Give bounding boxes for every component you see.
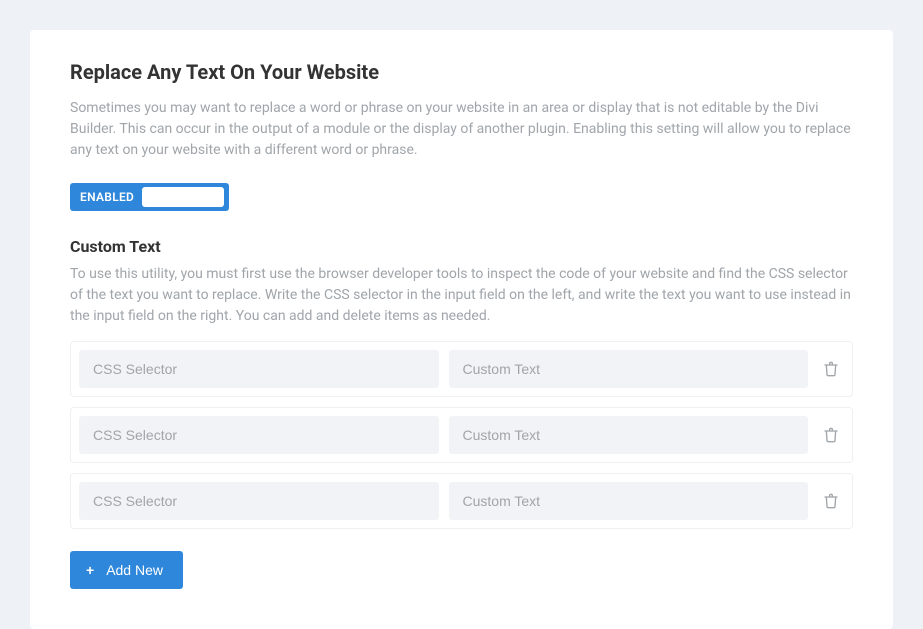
- settings-card: Replace Any Text On Your Website Sometim…: [30, 30, 893, 629]
- text-replace-row: [70, 341, 853, 397]
- custom-text-input[interactable]: [449, 416, 809, 454]
- delete-row-button[interactable]: [818, 488, 844, 514]
- toggle-label: ENABLED: [80, 190, 134, 204]
- enabled-toggle[interactable]: ENABLED: [70, 183, 229, 211]
- custom-text-description: To use this utility, you must first use …: [70, 264, 853, 327]
- custom-text-title: Custom Text: [70, 237, 853, 256]
- page-title: Replace Any Text On Your Website: [70, 60, 853, 84]
- trash-icon: [823, 493, 839, 509]
- plus-icon: +: [86, 562, 94, 578]
- add-new-label: Add New: [106, 562, 163, 578]
- delete-row-button[interactable]: [818, 356, 844, 382]
- rows-container: [70, 341, 853, 529]
- custom-text-input[interactable]: [449, 482, 809, 520]
- add-new-button[interactable]: + Add New: [70, 551, 183, 589]
- custom-text-input[interactable]: [449, 350, 809, 388]
- delete-row-button[interactable]: [818, 422, 844, 448]
- css-selector-input[interactable]: [79, 416, 439, 454]
- toggle-track: [142, 187, 224, 207]
- css-selector-input[interactable]: [79, 482, 439, 520]
- toggle-knob: [206, 189, 222, 205]
- trash-icon: [823, 427, 839, 443]
- text-replace-row: [70, 473, 853, 529]
- trash-icon: [823, 361, 839, 377]
- page-description: Sometimes you may want to replace a word…: [70, 98, 853, 161]
- text-replace-row: [70, 407, 853, 463]
- css-selector-input[interactable]: [79, 350, 439, 388]
